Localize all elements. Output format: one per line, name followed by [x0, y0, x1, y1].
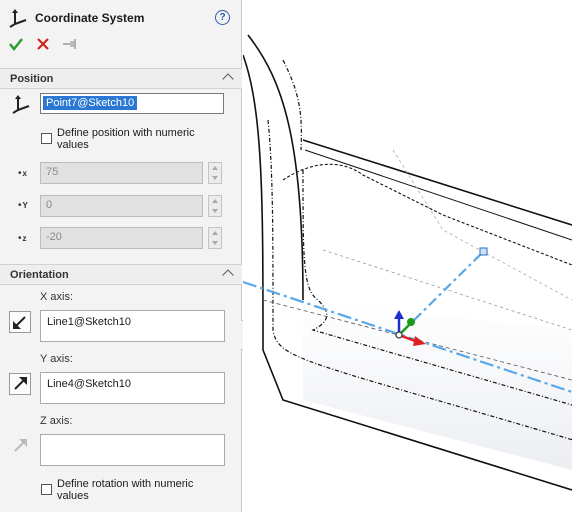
x-axis-direction-button[interactable]	[9, 311, 31, 333]
y-coordinate-label: •Y	[18, 200, 28, 211]
model-graphics	[243, 34, 572, 491]
collapse-chevron-icon[interactable]	[222, 269, 234, 281]
z-axis-selection-field[interactable]	[40, 434, 225, 466]
z-coordinate-input[interactable]: -20	[40, 227, 203, 249]
cancel-x-icon[interactable]	[37, 38, 49, 50]
reverse-direction-icon	[14, 439, 27, 452]
reverse-direction-icon	[14, 377, 27, 390]
property-manager-panel: Coordinate System ? Position Point7@Sket…	[0, 0, 242, 512]
y-spin-button[interactable]	[208, 195, 222, 217]
define-position-label: Define position with numeric values	[57, 127, 195, 151]
define-rotation-checkbox[interactable]	[41, 484, 52, 495]
x-axis-selection-field[interactable]: Line1@Sketch10	[40, 310, 225, 342]
orientation-section-label: Orientation	[10, 269, 69, 281]
y-axis-label: Y axis:	[40, 353, 73, 365]
y-coordinate-input[interactable]: 0	[40, 195, 203, 217]
z-coordinate-label: •z	[18, 233, 27, 244]
z-axis-label: Z axis:	[40, 415, 73, 427]
x-coordinate-input[interactable]: 75	[40, 162, 203, 184]
collapse-chevron-icon[interactable]	[222, 73, 234, 85]
coordinate-system-icon	[9, 9, 27, 28]
position-section-header[interactable]: Position	[0, 68, 242, 89]
pushpin-icon[interactable]	[62, 38, 78, 50]
position-section-label: Position	[10, 73, 54, 85]
x-spin-button[interactable]	[208, 162, 222, 184]
origin-selection-field[interactable]: Point7@Sketch10	[40, 93, 224, 114]
panel-title: Coordinate System	[35, 11, 145, 25]
define-rotation-label: Define rotation with numeric values	[57, 478, 194, 502]
z-spin-button[interactable]	[208, 227, 222, 249]
y-axis-direction-button[interactable]	[9, 373, 31, 395]
check-icon[interactable]	[9, 37, 23, 51]
reverse-direction-icon	[13, 316, 26, 329]
define-position-checkbox[interactable]	[41, 133, 52, 144]
z-axis-direction-button[interactable]	[9, 435, 31, 457]
origin-selection-value: Point7@Sketch10	[43, 96, 138, 110]
x-coordinate-label: •x	[18, 168, 27, 179]
graphics-viewport[interactable]	[243, 0, 572, 512]
orientation-section-header[interactable]: Orientation	[0, 264, 242, 285]
y-axis-selection-field[interactable]: Line4@Sketch10	[40, 372, 225, 404]
x-axis-label: X axis:	[40, 291, 74, 303]
origin-icon	[12, 95, 30, 114]
help-icon[interactable]: ?	[215, 10, 230, 25]
